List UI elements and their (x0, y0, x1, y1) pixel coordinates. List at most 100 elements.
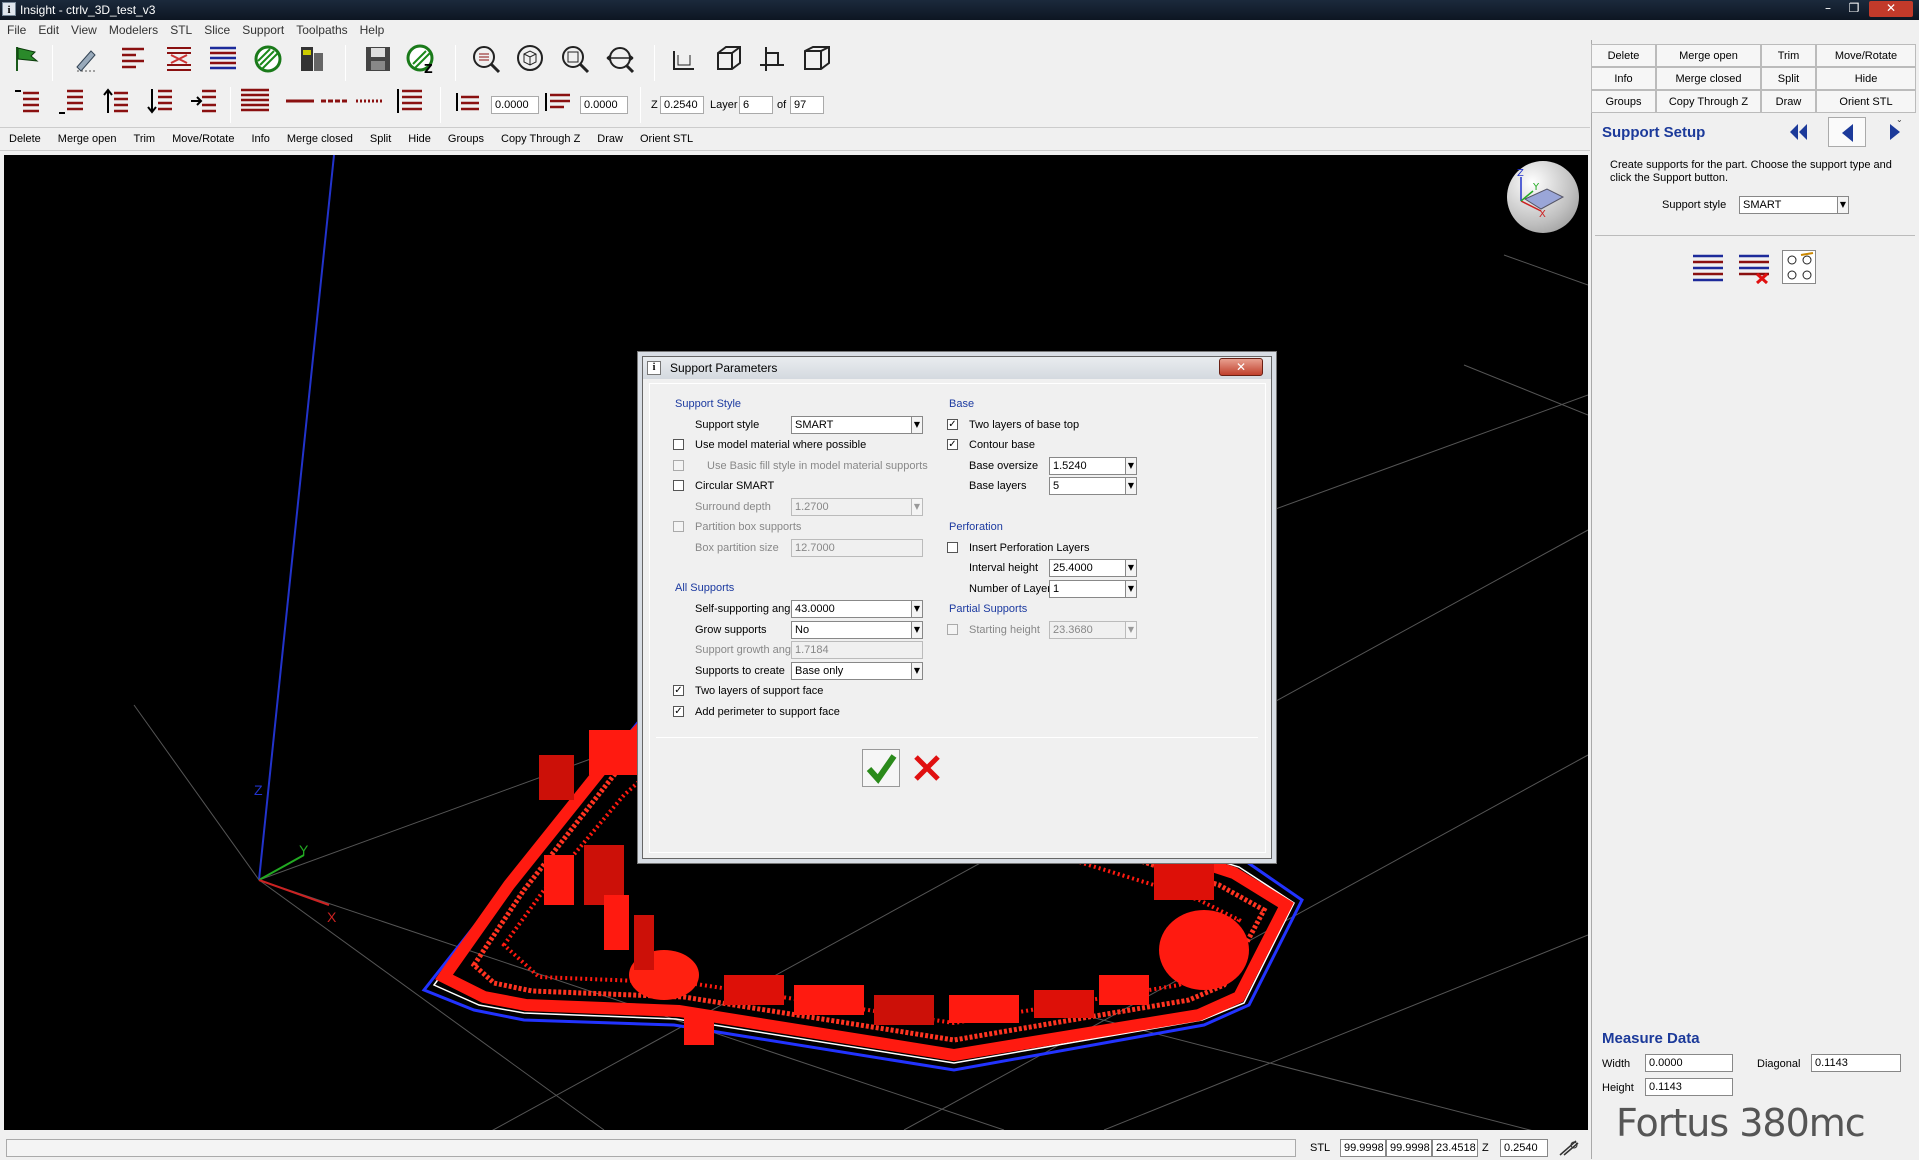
self-supporting-angle-value: 43.0000 (795, 603, 835, 615)
layer-range-icon[interactable] (393, 84, 427, 118)
layer-up-first-icon[interactable] (10, 84, 44, 118)
machine-icon[interactable] (295, 42, 329, 76)
close-icon[interactable]: ✕ (1869, 1, 1913, 17)
self-supporting-angle-select[interactable]: 43.0000 ▼ (791, 600, 923, 618)
circular-smart-label: Circular SMART (695, 480, 775, 492)
menu-help[interactable]: Help (353, 20, 390, 37)
support-options-icon[interactable] (1782, 250, 1816, 284)
circular-smart-checkbox[interactable] (673, 480, 684, 491)
minimize-icon[interactable]: – (1817, 1, 1839, 17)
panel-support-style-select[interactable]: SMART ▼ (1739, 196, 1849, 214)
cmd-trim[interactable]: Trim (125, 128, 164, 145)
restore-icon[interactable]: ❐ (1843, 1, 1865, 17)
cmd-move-rotate[interactable]: Move/Rotate (163, 128, 242, 145)
offset2-field[interactable]: 0.0000 (580, 96, 628, 114)
base-oversize-select[interactable]: 1.5240 ▼ (1049, 457, 1137, 475)
zoom-out-icon[interactable] (558, 42, 592, 76)
cmd-split[interactable]: Split (361, 128, 399, 145)
menu-view[interactable]: View (64, 20, 102, 37)
cmd-groups[interactable]: Groups (439, 128, 492, 145)
cmd-merge-closed[interactable]: Merge closed (278, 128, 361, 145)
zoom-fit-icon[interactable] (603, 42, 637, 76)
rbtn-hide[interactable]: Hide (1816, 67, 1916, 90)
view-iso-icon[interactable] (711, 42, 745, 76)
rbtn-trim[interactable]: Trim (1761, 44, 1816, 67)
save-icon[interactable] (361, 42, 395, 76)
rbtn-copy-through-z[interactable]: Copy Through Z (1656, 90, 1761, 113)
hatch-circle-icon[interactable] (251, 42, 285, 76)
cmd-orient-stl[interactable]: Orient STL (631, 128, 701, 145)
rbtn-delete[interactable]: Delete (1591, 44, 1656, 67)
insert-perforation-label: Insert Perforation Layers (969, 542, 1090, 554)
add-perimeter-checkbox[interactable]: ✓ (673, 706, 684, 717)
layer-up-icon[interactable] (99, 84, 133, 118)
rbtn-orient-stl[interactable]: Orient STL (1816, 90, 1916, 113)
layer-field[interactable]: 6 (739, 96, 773, 114)
grow-supports-select[interactable]: No ▼ (791, 621, 923, 639)
contour-base-checkbox[interactable]: ✓ (947, 439, 958, 450)
toolpath-cross-icon[interactable] (162, 42, 196, 76)
rbtn-info[interactable]: Info (1591, 67, 1656, 90)
zoom-window-icon[interactable] (469, 42, 503, 76)
cmd-info[interactable]: Info (242, 128, 277, 145)
dialog-close-button[interactable]: ✕ (1219, 358, 1263, 376)
line-solid-icon[interactable] (283, 84, 317, 118)
model-material-checkbox[interactable] (673, 439, 684, 450)
insert-perforation-checkbox[interactable] (947, 542, 958, 553)
base-layers-select[interactable]: 5 ▼ (1049, 477, 1137, 495)
ok-button[interactable] (862, 749, 900, 787)
layer-last-icon[interactable] (54, 84, 88, 118)
measure-height-label: Height (1602, 1082, 1634, 1094)
menu-edit[interactable]: Edit (31, 20, 64, 37)
view-front-icon[interactable] (667, 42, 701, 76)
rbtn-move-rotate[interactable]: Move/Rotate (1816, 44, 1916, 67)
align-left-icon[interactable] (117, 42, 151, 76)
cmd-merge-open[interactable]: Merge open (49, 128, 125, 145)
interval-height-select[interactable]: 25.4000 ▼ (1049, 559, 1137, 577)
pen-icon[interactable] (70, 42, 104, 76)
menu-file[interactable]: File (0, 20, 31, 37)
create-supports-icon[interactable] (1691, 252, 1725, 284)
menu-support[interactable]: Support (235, 20, 289, 37)
layer-down-icon[interactable] (143, 84, 177, 118)
rbtn-merge-open[interactable]: Merge open (1656, 44, 1761, 67)
offset1-field[interactable]: 0.0000 (491, 96, 539, 114)
rbtn-draw[interactable]: Draw (1761, 90, 1816, 113)
status-tool-icon[interactable] (1558, 1139, 1580, 1157)
line-dashed-icon[interactable] (318, 84, 352, 118)
first-page-icon[interactable] (1786, 120, 1810, 144)
dialog-title-bar: i Support Parameters ✕ (643, 357, 1271, 379)
line-dotted-icon[interactable] (353, 84, 387, 118)
cmd-copy-through-z[interactable]: Copy Through Z (492, 128, 588, 145)
zoom-cube-icon[interactable] (514, 42, 548, 76)
cancel-button[interactable] (908, 750, 946, 786)
layer-goto-icon[interactable] (187, 84, 221, 118)
cmd-draw[interactable]: Draw (588, 128, 631, 145)
panel-menu-chevron-icon[interactable]: ⌄ (1896, 115, 1903, 124)
prev-page-icon[interactable] (1828, 117, 1866, 147)
rbtn-groups[interactable]: Groups (1591, 90, 1656, 113)
view-box-icon[interactable] (800, 42, 834, 76)
two-layers-support-face-checkbox[interactable]: ✓ (673, 685, 684, 696)
view-side-icon[interactable] (755, 42, 789, 76)
menu-toolpaths[interactable]: Toolpaths (289, 20, 352, 37)
all-layers-icon[interactable] (238, 84, 272, 118)
number-of-layers-select[interactable]: 1 ▼ (1049, 580, 1137, 598)
cmd-delete[interactable]: Delete (0, 128, 49, 145)
z-field[interactable]: 0.2540 (660, 96, 704, 114)
menu-modelers[interactable]: Modelers (102, 20, 163, 37)
view-cube-icon[interactable]: ZY X (1507, 161, 1579, 233)
two-layers-base-top-checkbox[interactable]: ✓ (947, 419, 958, 430)
rbtn-merge-closed[interactable]: Merge closed (1656, 67, 1761, 90)
menu-stl[interactable]: STL (163, 20, 197, 37)
supports-to-create-select[interactable]: Base only ▼ (791, 662, 923, 680)
cmd-hide[interactable]: Hide (399, 128, 439, 145)
rbtn-split[interactable]: Split (1761, 67, 1816, 90)
flag-icon[interactable] (10, 42, 44, 76)
delete-supports-icon[interactable] (1737, 252, 1771, 285)
save-slice-icon[interactable]: Z (404, 42, 438, 76)
layers-blue-icon[interactable] (206, 42, 240, 76)
menu-slice[interactable]: Slice (197, 20, 235, 37)
base-oversize-value: 1.5240 (1053, 460, 1087, 472)
support-style-select[interactable]: SMART ▼ (791, 416, 923, 434)
